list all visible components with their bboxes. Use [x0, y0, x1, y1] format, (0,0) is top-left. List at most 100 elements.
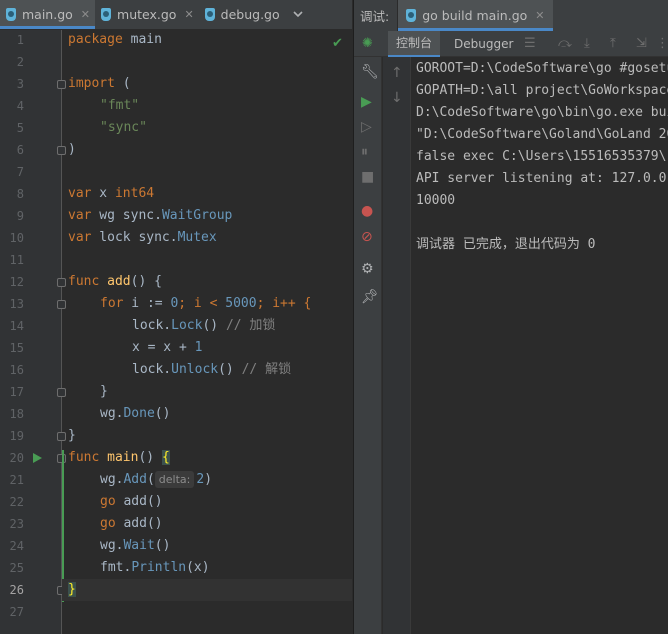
go-file-icon: [406, 9, 417, 22]
code-line: go add(): [100, 516, 163, 531]
stop-icon[interactable]: ■: [361, 170, 374, 184]
code-line: wg.Wait(): [100, 538, 171, 553]
view-breakpoints-icon[interactable]: ●: [361, 204, 373, 218]
code-line: x = x + 1: [132, 340, 203, 355]
code-line: import (: [68, 76, 131, 91]
debug-header: 调试: go build main.go ✕: [354, 0, 668, 31]
code-line: lock.Lock() // 加锁: [132, 318, 276, 333]
code-line: for i := 0; i < 5000; i++ {: [100, 296, 312, 311]
fold-marker-icon[interactable]: [57, 146, 66, 155]
console-line: 调试器 已完成，退出代码为 0: [416, 237, 596, 252]
menu-icon[interactable]: ☰: [524, 36, 536, 51]
debug-side-toolbar: 🔧︎ ▶ ▷ ⏸ ■ ● ⊘ ⚙ 📌︎: [354, 57, 382, 634]
line-number: 14: [9, 319, 24, 333]
tab-debug-session[interactable]: go build main.go ✕: [398, 0, 553, 31]
code-line: package main: [68, 32, 162, 47]
line-number: 18: [9, 407, 24, 421]
close-icon[interactable]: ✕: [184, 8, 193, 21]
console-line: 10000: [416, 193, 456, 208]
console-output[interactable]: GOROOT=D:\CodeSoftware\go #gosetup GOPAT…: [416, 58, 668, 628]
line-number: 25: [9, 561, 24, 575]
wrench-icon[interactable]: 🔧︎: [361, 65, 379, 79]
line-number: 22: [9, 495, 24, 509]
pin-icon[interactable]: 📌︎: [361, 290, 379, 304]
console-line: API server listening at: 127.0.0.1: [416, 171, 668, 186]
tab-console[interactable]: 控制台: [388, 31, 441, 57]
resume-icon[interactable]: ▷: [361, 120, 372, 134]
line-number: 8: [16, 187, 24, 201]
mute-breakpoints-icon[interactable]: ⊘: [361, 230, 373, 244]
line-number: 4: [16, 99, 24, 113]
line-number: 10: [9, 231, 24, 245]
tab-label: main.go: [22, 7, 73, 22]
pause-icon[interactable]: ⏸: [361, 145, 368, 159]
settings-gear-icon[interactable]: ⚙: [361, 262, 374, 276]
step-into-icon[interactable]: ⤓: [584, 36, 590, 51]
line-number: 13: [9, 297, 24, 311]
console-line: D:\CodeSoftware\go\bin\go.exe build -o: [416, 105, 668, 120]
run-gutter-icon[interactable]: [33, 453, 42, 463]
line-number: 3: [16, 77, 24, 91]
line-number-gutter[interactable]: 1 2 3 4 5 6 7 8 9 10 11 12 13 14 15 16 1…: [0, 30, 66, 634]
line-number: 21: [9, 473, 24, 487]
scroll-up-icon[interactable]: ↑: [391, 65, 403, 81]
fold-marker-icon[interactable]: [57, 300, 66, 309]
parameter-hint: delta:: [154, 471, 195, 488]
code-line: ): [68, 142, 76, 157]
go-file-icon: [204, 8, 215, 21]
line-number: 17: [9, 385, 24, 399]
tab-debugger[interactable]: Debugger: [446, 31, 521, 57]
line-number: 6: [16, 143, 24, 157]
console-line: "D:\CodeSoftware\Goland\GoLand 2021: [416, 127, 668, 142]
step-over-icon[interactable]: ⤼: [558, 36, 572, 51]
fold-marker-icon[interactable]: [57, 432, 66, 441]
line-number: 7: [16, 165, 24, 179]
tab-debug-go[interactable]: debug.go: [199, 0, 285, 29]
line-number: 12: [9, 275, 24, 289]
line-number: 9: [16, 209, 24, 223]
debug-window-label: 调试:: [354, 0, 399, 31]
fold-marker-icon[interactable]: [57, 80, 66, 89]
chevron-down-icon[interactable]: [293, 0, 303, 29]
close-icon[interactable]: ✕: [535, 9, 544, 22]
code-line: wg.Add(delta: 2): [100, 471, 213, 488]
code-line: lock.Unlock() // 解锁: [132, 362, 292, 377]
code-line-current: }: [62, 579, 352, 601]
tab-label: debug.go: [220, 7, 280, 22]
line-number: 1: [16, 33, 24, 47]
debug-toolbar: ✺ 控制台 Debugger ☰ ⤼ ⤓ ⤒ ⇲ ⋮: [354, 31, 668, 57]
scroll-down-icon[interactable]: ↓: [391, 90, 403, 106]
fold-marker-icon[interactable]: [57, 388, 66, 397]
code-line: func main() {: [68, 450, 170, 465]
code-line: var x int64: [68, 186, 155, 201]
line-number: 5: [16, 121, 24, 135]
line-number: 11: [9, 253, 24, 267]
line-number: 15: [9, 341, 24, 355]
console-line: GOROOT=D:\CodeSoftware\go #gosetup: [416, 61, 668, 76]
step-out-icon[interactable]: ⤒: [610, 36, 616, 51]
tab-main-go[interactable]: main.go ✕: [0, 0, 96, 29]
more-icon[interactable]: ⋮: [656, 36, 668, 51]
debug-bug-icon[interactable]: ✺: [362, 36, 373, 51]
line-number: 24: [9, 539, 24, 553]
run-to-cursor-icon[interactable]: ⇲: [636, 36, 647, 51]
code-line: "sync": [100, 120, 147, 135]
inspection-ok-icon[interactable]: ✔: [332, 36, 343, 51]
code-line: func add() {: [68, 274, 162, 289]
code-line: "fmt": [100, 98, 140, 113]
editor-tab-bar: main.go ✕ mutex.go ✕ debug.go: [0, 0, 352, 30]
line-number: 19: [9, 429, 24, 443]
tab-mutex-go[interactable]: mutex.go ✕: [95, 0, 199, 29]
code-line: var lock sync.Mutex: [68, 230, 217, 245]
close-icon[interactable]: ✕: [81, 8, 90, 21]
code-line: wg.Done(): [100, 406, 171, 421]
tab-label: mutex.go: [117, 7, 177, 22]
code-line: go add(): [100, 494, 163, 509]
console-gutter: ↑ ↓: [383, 57, 411, 634]
rerun-icon[interactable]: ▶: [361, 95, 372, 109]
console-line: false exec C:\Users\15516535379\: [416, 149, 667, 164]
go-file-icon: [101, 8, 112, 21]
line-number: 23: [9, 517, 24, 531]
fold-marker-icon[interactable]: [57, 278, 66, 287]
line-number: 20: [9, 451, 24, 465]
